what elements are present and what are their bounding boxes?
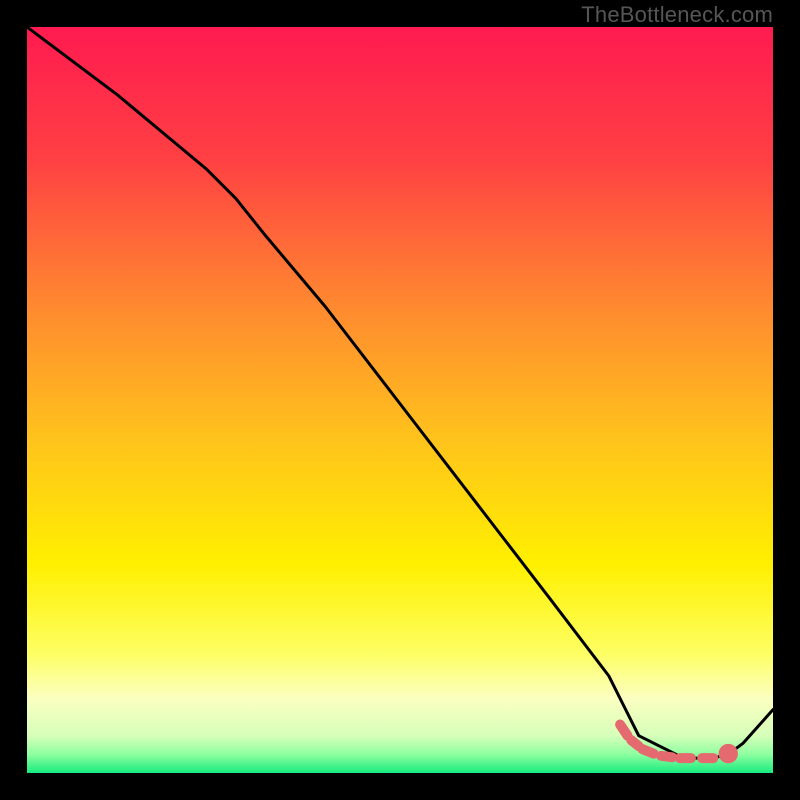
chart-svg xyxy=(27,27,773,773)
plot-area xyxy=(27,27,773,773)
marker-dash xyxy=(620,725,627,736)
watermark-text: TheBottleneck.com xyxy=(581,2,773,28)
marker-dash xyxy=(631,740,638,746)
marker-dot xyxy=(719,744,738,763)
marker-dash xyxy=(642,749,653,753)
chart-frame: TheBottleneck.com xyxy=(0,0,800,800)
gradient-background xyxy=(27,27,773,773)
marker-dash xyxy=(661,756,672,757)
